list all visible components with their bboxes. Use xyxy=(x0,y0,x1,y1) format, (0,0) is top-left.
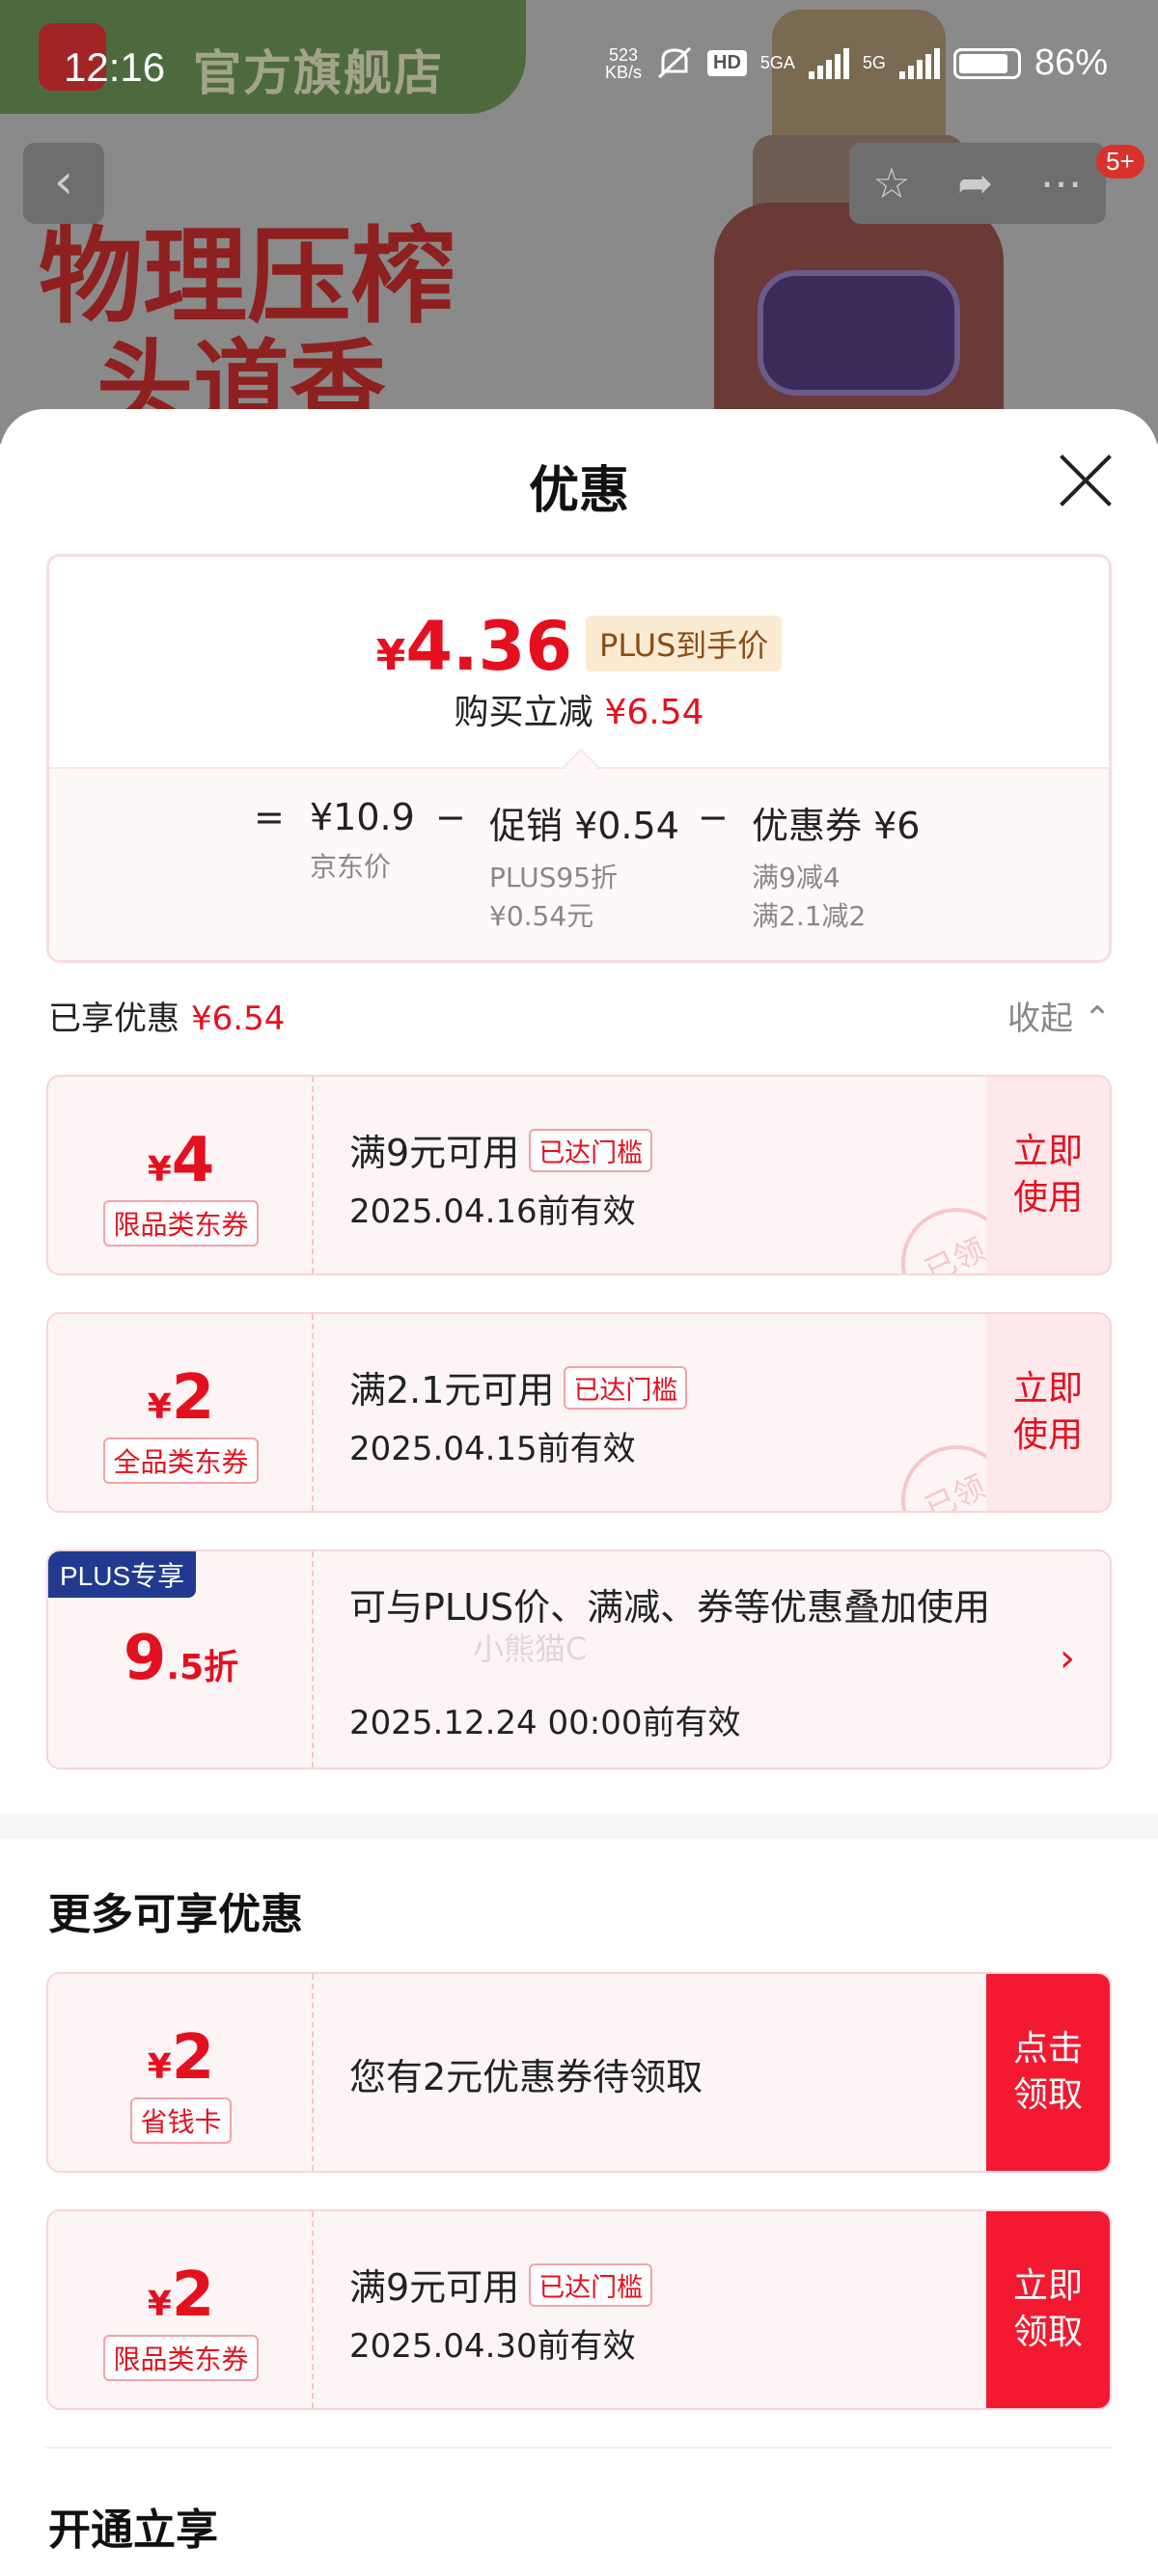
promo-discount: 促销 ¥0.54 PLUS95折 ¥0.54元 xyxy=(489,805,679,932)
save-line: 购买立减 ¥6.54 xyxy=(454,693,704,732)
coupon-card: ¥2 限品类东券 满9元可用 已达门槛 2025.04.30前有效 立即 领取 xyxy=(46,2209,1112,2410)
network-type-2: 5G xyxy=(862,53,886,72)
open-membership-title: 开通立享 xyxy=(48,2506,218,2555)
status-icons: 523 KB/s HD 5GA 5G 86% xyxy=(605,42,1108,84)
watermark: 小熊猫C xyxy=(473,1631,588,1667)
threshold-badge: 已达门槛 xyxy=(529,1129,653,1172)
price-summary-card: ¥4.36 PLUS到手价 购买立减 ¥6.54 = ¥10.9 京东价 − 促销 … xyxy=(46,554,1112,963)
jd-price: ¥10.9 京东价 xyxy=(310,796,415,883)
coupon-type: 限品类东券 xyxy=(48,2335,314,2381)
plus-description: 可与PLUS价、满减、券等优惠叠加使用 xyxy=(349,1586,991,1629)
battery-icon xyxy=(952,47,1021,79)
message-badge: 5+ xyxy=(1096,145,1144,178)
star-icon[interactable]: ☆ xyxy=(872,159,910,208)
coupon-text: 您有2元优惠券待领取 xyxy=(349,2056,703,2098)
more-offers-title: 更多可享优惠 xyxy=(48,1890,303,1939)
share-icon[interactable]: ➦ xyxy=(957,159,993,208)
discount-sheet: 优惠 ¥4.36 PLUS到手价 购买立减 ¥6.54 = ¥10.9 京东价 − … xyxy=(0,409,1158,2576)
coupon-condition: 满2.1元可用 已达门槛 xyxy=(349,1360,688,1413)
plus-discount: 9.5折 xyxy=(123,1623,239,1694)
more-icon[interactable]: ⋯ xyxy=(1040,159,1083,208)
coupon-condition: 满9元可用 已达门槛 xyxy=(349,2258,653,2311)
minus-sign-2: − xyxy=(698,796,729,838)
use-now-button[interactable]: 立即 使用 xyxy=(986,1314,1110,1511)
threshold-badge: 已达门槛 xyxy=(529,2263,653,2307)
hd-icon: HD xyxy=(707,50,747,76)
plus-expiry: 2025.12.24 00:00前有效 xyxy=(349,1704,741,1742)
minus-sign-1: − xyxy=(435,796,466,838)
close-icon[interactable] xyxy=(1057,452,1115,509)
collapse-toggle[interactable]: 收起 ⌃ xyxy=(1007,992,1111,1039)
coupon-discount: 优惠券 ¥6 满9减4 满2.1减2 xyxy=(752,805,921,932)
signal-icon-2 xyxy=(898,47,940,79)
coupon-amount: ¥2 xyxy=(147,2260,215,2331)
coupon-amount: ¥2 xyxy=(147,2022,215,2094)
product-background: 官方旗舰店 物理压榨 头道香 12:16 523 KB/s HD 5GA 5G … xyxy=(0,0,1158,444)
sheet-title: 优惠 xyxy=(528,462,629,520)
coupon-amount: ¥2 xyxy=(147,1362,215,1434)
claim-button[interactable]: 立即 领取 xyxy=(986,2211,1110,2408)
use-now-button[interactable]: 立即 使用 xyxy=(986,1077,1110,1274)
status-time: 12:16 xyxy=(64,44,166,90)
network-speed: 523 KB/s xyxy=(604,44,642,82)
divider-line xyxy=(46,2447,1112,2449)
mute-icon xyxy=(657,46,692,78)
chevron-right-icon: › xyxy=(1060,1636,1075,1681)
plus-badge: PLUS专享 xyxy=(48,1551,197,1598)
chevron-up-icon: ⌃ xyxy=(1083,1000,1112,1038)
enjoyed-discount: 已享优惠 ¥6.54 xyxy=(48,1000,286,1038)
coupon-type: 限品类东券 xyxy=(48,1200,314,1247)
equals-sign: = xyxy=(254,796,285,838)
claim-button[interactable]: 点击 领取 xyxy=(986,1974,1110,2171)
coupon-card: ¥4 限品类东券 满9元可用 已达门槛 2025.04.16前有效 已领 立即 使… xyxy=(46,1075,1112,1275)
coupon-condition: 满9元可用 已达门槛 xyxy=(349,1123,653,1176)
battery-percent: 86% xyxy=(1034,42,1108,83)
coupon-type: 全品类东券 xyxy=(48,1438,314,1484)
back-arrow-icon[interactable]: ‹ xyxy=(23,143,104,224)
plus-price-tag: PLUS到手价 xyxy=(586,616,783,671)
final-price: ¥4.36 PLUS到手价 xyxy=(49,607,1109,686)
store-name: 官方旗舰店 xyxy=(193,45,444,101)
coupon-amount: ¥4 xyxy=(147,1125,215,1196)
signal-icon xyxy=(808,47,849,79)
threshold-badge: 已达门槛 xyxy=(564,1366,688,1410)
coupon-card: ¥2 全品类东券 满2.1元可用 已达门槛 2025.04.15前有效 已领 立即… xyxy=(46,1312,1112,1513)
top-actions: ☆ ➦ ⋯ xyxy=(849,143,1106,224)
coupon-expiry: 2025.04.30前有效 xyxy=(349,2327,636,2366)
coupon-type: 省钱卡 xyxy=(48,2097,314,2144)
coupon-expiry: 2025.04.16前有效 xyxy=(349,1192,636,1231)
section-divider xyxy=(0,1814,1158,1839)
network-type-1: 5GA xyxy=(759,53,795,72)
coupon-card: ¥2 省钱卡 您有2元优惠券待领取 点击 领取 xyxy=(46,1972,1112,2173)
coupon-expiry: 2025.04.15前有效 xyxy=(349,1430,636,1468)
